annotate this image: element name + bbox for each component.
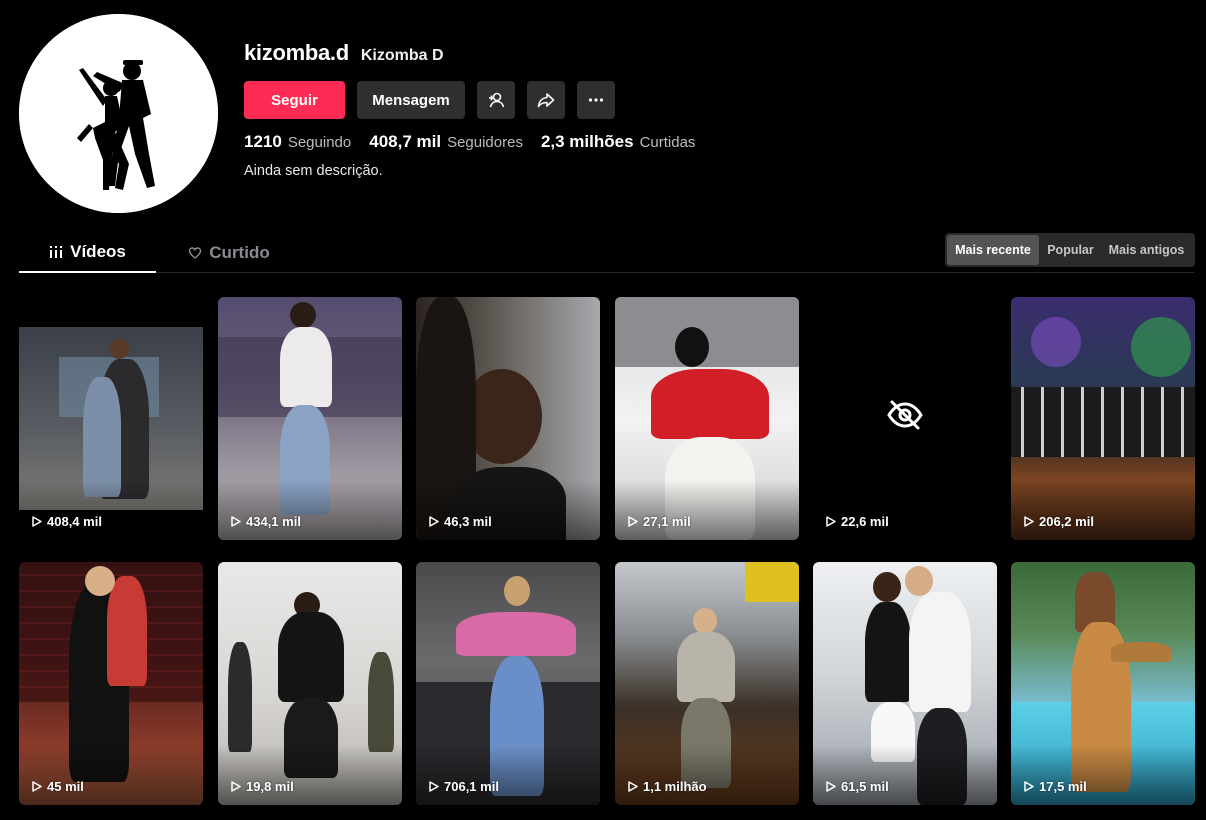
following-stat[interactable]: 1210 Seguindo bbox=[244, 132, 351, 152]
video-views: 706,1 mil bbox=[429, 779, 499, 794]
play-icon bbox=[628, 516, 638, 527]
video-card[interactable]: 434,1 mil bbox=[218, 297, 402, 540]
video-views: 19,8 mil bbox=[231, 779, 294, 794]
play-icon bbox=[32, 781, 42, 792]
sort-selector: Mais recente Popular Mais antigos bbox=[945, 233, 1195, 267]
video-views: 206,2 mil bbox=[1024, 514, 1094, 529]
video-card[interactable]: 27,1 mil bbox=[615, 297, 799, 540]
profile-username: kizomba.d bbox=[244, 40, 349, 65]
video-card[interactable]: 17,5 mil bbox=[1011, 562, 1195, 805]
video-card[interactable]: 1,1 milhão bbox=[615, 562, 799, 805]
video-views: 408,4 mil bbox=[32, 514, 102, 529]
tab-videos-label: Vídeos bbox=[70, 241, 126, 261]
more-icon bbox=[588, 98, 604, 102]
followers-count: 408,7 mil bbox=[369, 132, 442, 151]
add-friend-icon bbox=[489, 92, 505, 108]
play-icon bbox=[1024, 781, 1034, 792]
video-views: 46,3 mil bbox=[429, 514, 492, 529]
tab-liked-label: Curtido bbox=[209, 242, 270, 262]
video-card[interactable]: 46,3 mil bbox=[416, 297, 600, 540]
profile-avatar[interactable] bbox=[19, 14, 218, 213]
video-views: 22,6 mil bbox=[826, 514, 889, 529]
more-options-button[interactable] bbox=[577, 81, 615, 119]
likes-count: 2,3 milhões bbox=[540, 132, 634, 151]
tab-liked[interactable]: Curtido bbox=[169, 232, 289, 273]
likes-label: Curtidas bbox=[639, 134, 696, 151]
play-icon bbox=[32, 516, 42, 527]
share-button[interactable] bbox=[527, 81, 565, 119]
video-views: 1,1 milhão bbox=[628, 779, 707, 794]
video-views: 45 mil bbox=[32, 779, 84, 794]
videos-grid-icon bbox=[50, 245, 63, 258]
video-views: 61,5 mil bbox=[826, 779, 889, 794]
video-views: 17,5 mil bbox=[1024, 779, 1087, 794]
profile-bio: Ainda sem descrição. bbox=[244, 163, 383, 179]
dancers-silhouette-icon bbox=[19, 14, 218, 213]
message-button[interactable]: Mensagem bbox=[357, 81, 465, 119]
play-icon bbox=[628, 781, 638, 792]
sort-oldest[interactable]: Mais antigos bbox=[1102, 235, 1191, 265]
following-count: 1210 bbox=[244, 132, 282, 151]
video-card[interactable]: 19,8 mil bbox=[218, 562, 402, 805]
video-card[interactable]: 706,1 mil bbox=[416, 562, 600, 805]
follow-button[interactable]: Seguir bbox=[244, 81, 345, 119]
video-card[interactable]: 45 mil bbox=[19, 562, 203, 805]
video-card-hidden[interactable]: 22,6 mil bbox=[813, 297, 997, 540]
likes-stat: 2,3 milhões Curtidas bbox=[541, 132, 695, 152]
eye-off-icon bbox=[887, 400, 923, 430]
followers-label: Seguidores bbox=[447, 134, 523, 151]
play-icon bbox=[231, 781, 241, 792]
sort-most-recent[interactable]: Mais recente bbox=[947, 235, 1039, 265]
sort-popular[interactable]: Popular bbox=[1039, 235, 1102, 265]
following-label: Seguindo bbox=[287, 134, 352, 151]
video-card[interactable]: 61,5 mil bbox=[813, 562, 997, 805]
play-icon bbox=[231, 516, 241, 527]
profile-info: kizomba.d Kizomba D Seguir Mensagem 1210… bbox=[244, 40, 1144, 179]
play-icon bbox=[429, 781, 439, 792]
profile-nickname: Kizomba D bbox=[360, 47, 444, 64]
liked-heart-icon bbox=[189, 246, 202, 259]
play-icon bbox=[826, 781, 836, 792]
play-icon bbox=[429, 516, 439, 527]
tab-videos[interactable]: Vídeos bbox=[19, 232, 156, 273]
play-icon bbox=[826, 516, 836, 527]
share-icon bbox=[537, 93, 555, 108]
followers-stat[interactable]: 408,7 mil Seguidores bbox=[369, 132, 523, 152]
video-views: 434,1 mil bbox=[231, 514, 301, 529]
video-card[interactable]: 206,2 mil bbox=[1011, 297, 1195, 540]
video-views: 27,1 mil bbox=[628, 514, 691, 529]
profile-stats: 1210 Seguindo 408,7 mil Seguidores 2,3 m… bbox=[244, 130, 1144, 154]
play-icon bbox=[1024, 516, 1034, 527]
add-friend-button[interactable] bbox=[477, 81, 515, 119]
video-card[interactable]: 408,4 mil bbox=[19, 297, 203, 540]
